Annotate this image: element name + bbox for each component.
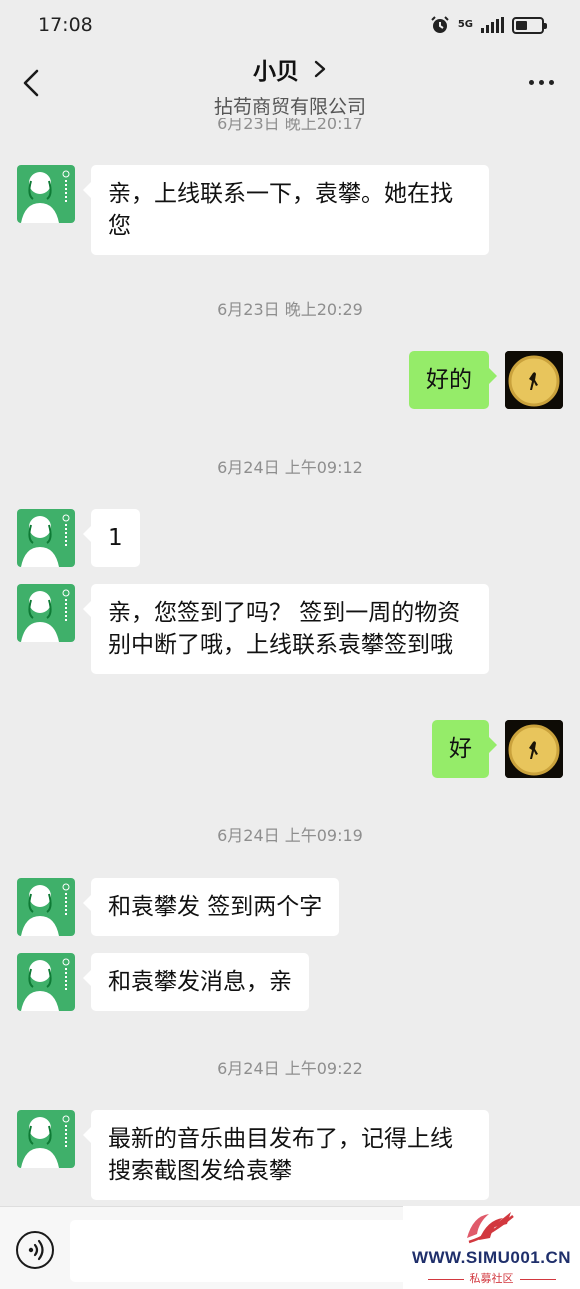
watermark-label: 私募社区 [403, 1270, 580, 1286]
contact-avatar[interactable] [17, 953, 75, 1011]
message-bubble-incoming[interactable]: 最新的音乐曲目发布了，记得上线搜索截图发给袁攀 [83, 1110, 489, 1200]
person-silhouette-icon [21, 589, 70, 642]
voice-input-button[interactable] [16, 1231, 54, 1269]
contact-avatar[interactable] [17, 878, 75, 936]
person-silhouette-icon [21, 883, 70, 936]
battery-icon [512, 16, 547, 34]
message-bubble-outgoing[interactable]: 好 [432, 720, 497, 778]
contact-avatar[interactable] [17, 1110, 75, 1168]
chat-header: 小贝 拈苟商贸有限公司 [0, 50, 580, 118]
message-bubble-outgoing[interactable]: 好的 [409, 351, 497, 409]
status-bar: 17:08 5G [0, 0, 580, 50]
moon-silhouette-icon [505, 720, 563, 778]
person-silhouette-icon [21, 514, 70, 567]
timestamp: 6月24日 上午09:19 [217, 826, 363, 845]
timestamp: 6月24日 上午09:22 [217, 1059, 363, 1078]
contact-avatar[interactable] [17, 165, 75, 223]
network-type-label: 5G [457, 19, 473, 30]
person-silhouette-icon [21, 1115, 70, 1168]
my-avatar[interactable] [505, 720, 563, 778]
message-bubble-incoming[interactable]: 和袁攀发 签到两个字 [82, 878, 340, 936]
status-time: 17:08 [38, 14, 93, 36]
person-silhouette-icon [21, 958, 70, 1011]
more-options-icon[interactable] [529, 80, 554, 85]
message-bubble-incoming[interactable]: 1 [83, 509, 140, 567]
message-input[interactable] [70, 1220, 430, 1282]
person-silhouette-icon [21, 170, 70, 223]
timestamp: 6月24日 上午09:12 [217, 458, 363, 477]
watermark: WWW.SIMU001.CN 私募社区 [403, 1206, 580, 1289]
status-icons: 5G [430, 15, 547, 35]
chevron-right-icon [314, 60, 326, 78]
timestamp: 6月23日 晚上20:17 [217, 118, 363, 133]
voice-icon [28, 1239, 44, 1261]
message-list[interactable]: 6月23日 晚上20:17 亲，上线联系一下，袁攀。她在找您 6月23日 晚上2… [0, 118, 580, 1206]
chat-title-area[interactable]: 小贝 拈苟商贸有限公司 [0, 52, 580, 119]
message-bubble-incoming[interactable]: 和袁攀发消息，亲 [83, 953, 309, 1011]
message-bubble-incoming[interactable]: 亲，上线联系一下，袁攀。她在找您 [83, 165, 489, 255]
timestamp: 6月23日 晚上20:29 [217, 300, 363, 319]
my-avatar[interactable] [505, 351, 563, 409]
watermark-logo-icon [467, 1212, 514, 1244]
watermark-url: WWW.SIMU001.CN [411, 1248, 572, 1267]
signal-icon [481, 17, 504, 33]
contact-avatar[interactable] [17, 509, 75, 567]
contact-avatar[interactable] [17, 584, 75, 642]
moon-silhouette-icon [505, 351, 563, 409]
message-bubble-incoming[interactable]: 亲，您签到了吗？ 签到一周的物资别中断了哦，上线联系袁攀签到哦 [83, 584, 489, 674]
contact-name: 小贝 [253, 59, 299, 85]
contact-company: 拈苟商贸有限公司 [213, 96, 366, 118]
alarm-icon [431, 16, 449, 33]
